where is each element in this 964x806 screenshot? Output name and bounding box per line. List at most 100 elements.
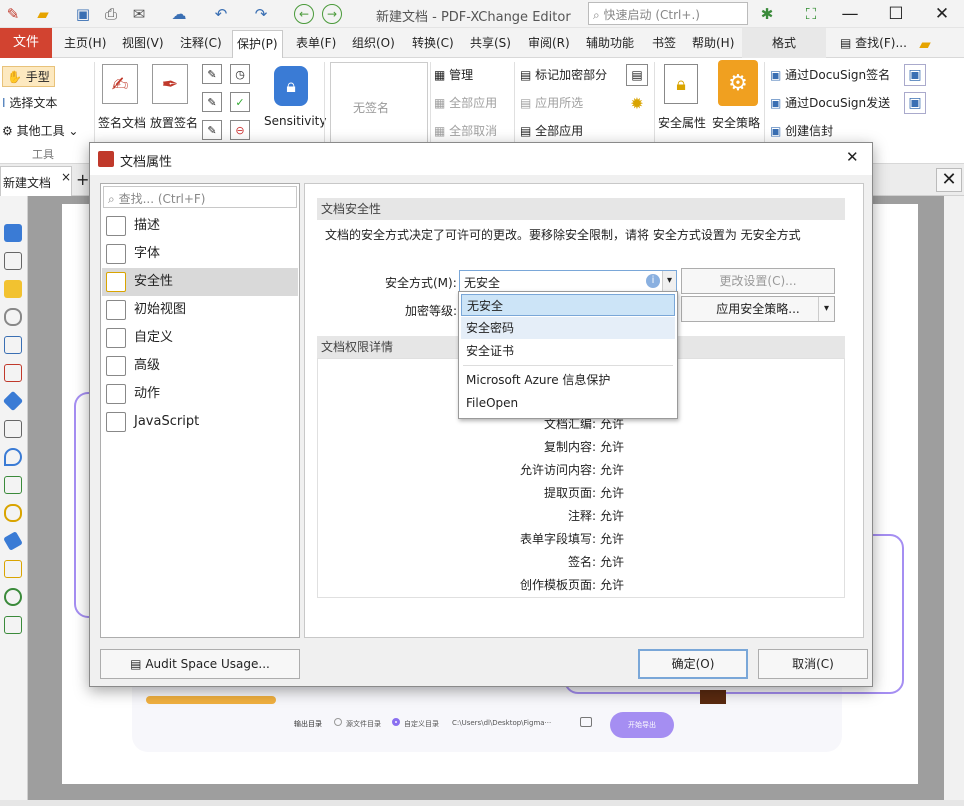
cancel-button[interactable]: 取消(C) xyxy=(758,649,868,679)
remove-signature-icon[interactable]: ⊖ xyxy=(230,120,250,140)
redact-icon[interactable]: ▤ xyxy=(626,64,648,86)
sensitivity-lock-icon[interactable]: 🔒︎ xyxy=(274,66,308,106)
tab-review[interactable]: 审阅(R) xyxy=(524,28,574,58)
option-azure-protection[interactable]: Microsoft Azure 信息保护 xyxy=(461,369,675,391)
sensitivity-label[interactable]: Sensitivity xyxy=(264,114,326,128)
file-menu[interactable]: 文件 xyxy=(0,28,52,58)
email-icon[interactable]: ✉ xyxy=(128,4,150,24)
place-signature-label[interactable]: 放置签名 xyxy=(150,114,198,131)
validate-icon[interactable]: ✎ xyxy=(202,92,222,112)
source-dir-radio[interactable] xyxy=(334,718,342,726)
docusign-sign-button[interactable]: ▣ 通过DocuSign签名 xyxy=(770,66,890,83)
find-button[interactable]: ▤ 查找(F)... xyxy=(836,28,911,58)
chevron-down-icon[interactable]: ▾ xyxy=(818,297,834,321)
nav-search-input[interactable]: ⌕ 查找... (Ctrl+F) xyxy=(103,186,297,208)
sign-document-icon[interactable]: ✍ xyxy=(102,64,138,104)
vertical-scrollbar[interactable] xyxy=(944,196,964,804)
tab-help[interactable]: 帮助(H) xyxy=(688,28,738,58)
docusign-send-button[interactable]: ▣ 通过DocuSign发送 xyxy=(770,94,890,111)
security-properties-icon[interactable]: 🔒︎ xyxy=(664,64,698,104)
tab-convert[interactable]: 转换(C) xyxy=(408,28,458,58)
tab-home[interactable]: 主页(H) xyxy=(60,28,110,58)
security-method-select[interactable]: 无安全 i ▾ xyxy=(459,270,677,292)
info-icon[interactable] xyxy=(4,616,22,634)
nav-item-javascript[interactable]: JavaScript xyxy=(102,408,298,436)
place-signature-icon[interactable]: ✒ xyxy=(152,64,188,104)
comments-icon[interactable] xyxy=(4,280,22,298)
chevron-down-icon[interactable]: ▾ xyxy=(662,271,676,291)
tags-icon[interactable] xyxy=(3,531,23,551)
nav-item-actions[interactable]: 动作 xyxy=(102,380,298,408)
option-no-security[interactable]: 无安全 xyxy=(461,294,675,316)
change-settings-button[interactable]: 更改设置(C)... xyxy=(681,268,835,294)
tab-accessibility[interactable]: 辅助功能 xyxy=(582,28,638,58)
apply-selected-button[interactable]: ▤ 应用所选 xyxy=(520,94,583,111)
nav-item-custom[interactable]: 自定义 xyxy=(102,324,298,352)
destinations-icon[interactable] xyxy=(4,448,22,466)
hand-tool-button[interactable]: ✋ 手型 xyxy=(2,66,55,87)
manage-button[interactable]: ▦ 管理 xyxy=(434,66,473,83)
tab-organize[interactable]: 组织(O) xyxy=(348,28,399,58)
tab-comment[interactable]: 注释(C) xyxy=(176,28,226,58)
custom-dir-radio[interactable] xyxy=(392,718,400,726)
quick-launch-input[interactable]: ⌕ 快速启动 (Ctrl+.) xyxy=(588,2,748,25)
start-export-button[interactable]: 开始导出 xyxy=(610,712,674,738)
new-tab-button[interactable]: + xyxy=(76,170,89,189)
doc-tab-close[interactable]: × xyxy=(61,170,71,184)
tab-format[interactable]: 格式 xyxy=(742,28,826,58)
audit-space-button[interactable]: ▤ Audit Space Usage... xyxy=(100,649,300,679)
create-envelope-button[interactable]: ▣ 创建信封 xyxy=(770,122,833,139)
docusign-settings-icon[interactable]: ▣ xyxy=(904,64,926,86)
structure-icon[interactable] xyxy=(4,476,22,494)
nav-item-initial-view[interactable]: 初始视图 xyxy=(102,296,298,324)
tab-share[interactable]: 共享(S) xyxy=(466,28,515,58)
tab-form[interactable]: 表单(F) xyxy=(292,28,340,58)
sign-document-label[interactable]: 签名文档 xyxy=(98,114,146,131)
security-policy-label[interactable]: 安全策略 xyxy=(712,114,760,131)
print-icon[interactable]: ⎙ xyxy=(100,4,122,24)
cloud-icon[interactable]: ☁ xyxy=(168,4,190,24)
maximize-button[interactable]: ☐ xyxy=(876,2,916,26)
fullscreen-icon[interactable]: ⛶ xyxy=(800,4,822,24)
doc-tab[interactable]: 新建文档 × xyxy=(0,166,72,196)
layers-icon[interactable] xyxy=(4,336,22,354)
fields-icon[interactable] xyxy=(4,420,22,438)
dialog-close-button[interactable]: ✕ xyxy=(846,148,859,166)
cancel-all-button[interactable]: ▦ 全部取消 xyxy=(434,122,497,139)
nav-item-fonts[interactable]: 字体 xyxy=(102,240,298,268)
redo-icon[interactable]: ↷ xyxy=(250,4,272,24)
save-icon[interactable]: ▣ xyxy=(72,4,94,24)
folder-search-icon[interactable]: ▰ xyxy=(914,34,936,54)
timestamp-icon[interactable]: ◷ xyxy=(230,64,250,84)
accessibility-icon[interactable] xyxy=(4,588,22,606)
check-signature-icon[interactable]: ✓ xyxy=(230,92,250,112)
ok-button[interactable]: 确定(O) xyxy=(638,649,748,679)
settings-icon[interactable]: ✱ xyxy=(756,4,778,24)
pages-icon[interactable] xyxy=(4,252,22,270)
tab-bookmarks[interactable]: 书签 xyxy=(648,28,680,58)
back-icon[interactable]: ← xyxy=(294,4,314,24)
security-properties-label[interactable]: 安全属性 xyxy=(658,114,706,131)
tab-protect[interactable]: 保护(P) xyxy=(232,30,283,58)
mark-encrypt-button[interactable]: ▤ 标记加密部分 xyxy=(520,66,607,83)
links-icon[interactable] xyxy=(4,504,22,522)
undo-icon[interactable]: ↶ xyxy=(210,4,232,24)
order-icon[interactable] xyxy=(4,560,22,578)
forward-icon[interactable]: → xyxy=(322,4,342,24)
open-folder-icon[interactable]: ▰ xyxy=(32,4,54,24)
content-icon[interactable] xyxy=(2,390,24,412)
attachment-icon[interactable] xyxy=(4,308,22,326)
security-policy-icon[interactable]: ⚙ xyxy=(718,60,758,106)
option-certificate-security[interactable]: 安全证书 xyxy=(461,340,675,362)
select-text-button[interactable]: I 选择文本 xyxy=(2,94,57,111)
close-document-button[interactable]: ✕ xyxy=(936,168,962,192)
apply-security-policy-button[interactable]: 应用安全策略... ▾ xyxy=(681,296,835,322)
sanitize-icon[interactable]: ✹ xyxy=(626,92,648,114)
apply-all-button[interactable]: ▦ 全部应用 xyxy=(434,94,497,111)
nav-item-advanced[interactable]: 高级 xyxy=(102,352,298,380)
nav-item-description[interactable]: 描述 xyxy=(102,212,298,240)
apply-all-encrypt-button[interactable]: ▤ 全部应用 xyxy=(520,122,583,139)
bookmark-icon[interactable] xyxy=(4,224,22,242)
clear-signature-icon[interactable]: ✎ xyxy=(202,120,222,140)
minimize-button[interactable]: — xyxy=(830,2,870,26)
